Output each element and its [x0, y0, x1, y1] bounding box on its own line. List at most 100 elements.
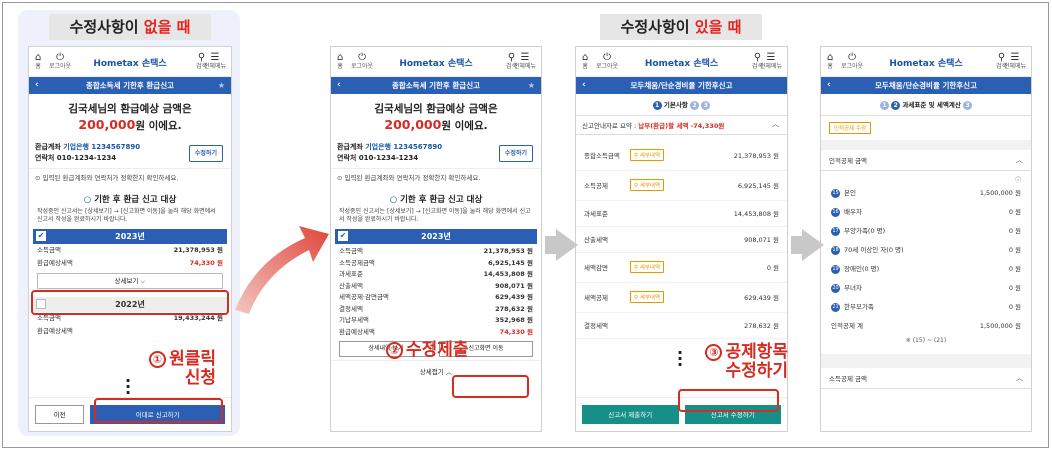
menu-nav[interactable]: ☰ 전체메뉴: [1004, 52, 1026, 70]
table-row: 소득공제 ⚲ 세부내역 6,925,145 원: [576, 171, 787, 201]
summary-table: 종합소득금액 ⚲ 세부내역 21,378,953 원 소득공제 ⚲ 세부내역 6,925…: [576, 135, 787, 339]
target-title: ○ 기한 후 환급 신고 대상: [83, 195, 177, 205]
deduction-list: 15 본인 1,500,000 원 16 배우자 0 원 17 부양가족(0 명) 0 원 …: [821, 184, 1031, 346]
table-row: 환급예상세액 74,330 원: [339, 327, 533, 336]
section-gap: [821, 353, 1031, 368]
menu-icon: ☰: [766, 52, 776, 63]
table-row: 환급예상세액: [37, 326, 73, 335]
target-desc: 작성중인 신고서는 [상세보기] → [신고화면 이동]을 눌러 해당 화면에서…: [339, 208, 531, 223]
list-item: 18 70세 이상인 자(0 명) 0 원: [831, 245, 1021, 255]
back-icon[interactable]: ‹: [827, 77, 831, 94]
account-info: 환급계좌 기업은행 1234567890 연락처 010-1234-1234 수…: [331, 138, 541, 168]
refund-summary: 김국세님의 환급예상 금액은 200,000원 이에요.: [374, 103, 498, 132]
curved-arrow-icon: [235, 226, 329, 314]
chevron-up-icon: ︿: [445, 368, 453, 376]
top-bar: ⌂ 홈 ⏻ 로그아웃 Hometax 손택스 ⚲ 검색 ☰ 전체메뉴: [576, 47, 787, 77]
list-item: 19 장애인(0 명) 0 원: [831, 264, 1021, 274]
checkbox-checked-icon[interactable]: ✔: [338, 231, 348, 241]
list-item-total: 인적공제 계 1,500,000 원: [831, 321, 1021, 330]
more-dots-icon: · · ·: [676, 343, 684, 374]
target-title: ○ 기한 후 환급 신고 대상: [389, 195, 483, 205]
edit-account-button[interactable]: 수정하기: [498, 145, 533, 162]
top-bar: ⌂ 홈 ⏻ 로그아웃 Hometax 손택스 ⚲ 검색 ☰ 전체메뉴: [331, 47, 541, 77]
step-3-icon: 3: [963, 100, 973, 110]
highlight-detail-button: [31, 290, 229, 315]
chevron-up-icon: ︿: [1016, 155, 1023, 164]
top-bar: ⌂ 홈 ⏻ 로그아웃 Hometax 손택스 ⚲ 검색 ☰ 전체메뉴: [29, 47, 231, 77]
detail-view-button[interactable]: 상세보기 ⌵: [37, 273, 223, 289]
submit-report-button[interactable]: 신고서 제출하기: [582, 405, 679, 424]
more-dots-icon: · · ·: [124, 371, 132, 402]
section-personal-deduction[interactable]: 인적공제 금액 ︿: [821, 149, 1031, 171]
back-icon[interactable]: ‹: [337, 77, 341, 94]
menu-nav[interactable]: ☰ 전체메뉴: [760, 52, 782, 70]
star-icon[interactable]: ★: [218, 77, 225, 94]
nav-title-bar: ‹ 종합소득세 기한후 환급신고 ★: [29, 77, 231, 94]
table-row: 세액공제·감면금액 629,439 원: [339, 293, 533, 301]
personal-deduction-edit-chip[interactable]: 인적공제 수정: [829, 121, 872, 134]
table-row: 소득금액 21,378,953 원: [37, 246, 223, 254]
right-arrow-icon: [802, 229, 824, 261]
account-notice: ⊙ 입력된 환급계좌와 연락처가 정확한지 확인하세요.: [331, 168, 541, 185]
back-icon[interactable]: ‹: [582, 77, 586, 94]
summary-header[interactable]: 신고안내자료 요약 : 납부(환급)할 세액 -74,330원 ︿: [576, 114, 787, 135]
table-row: 결정세액 278,632 원: [339, 304, 533, 313]
annotation-edit-deduction: ③ 공제항목 수정하기: [690, 343, 788, 381]
target-desc: 작성중인 신고서는 [상세보기] → [신고화면 이동]을 눌러 해당 화면에서…: [37, 208, 216, 223]
detail-chip-button[interactable]: ⚲ 세부내역: [630, 149, 665, 161]
table-row: 과세표준 14,453,808 원: [339, 270, 533, 278]
step-indicator: 1 기본사항 2 3: [576, 94, 787, 115]
detail-chip-button[interactable]: ⚲ 세부내역: [630, 179, 665, 191]
step-1-icon: 1: [879, 100, 889, 110]
account-notice: ⊙ 입력된 환급계좌와 연락처가 정확한지 확인하세요.: [29, 168, 231, 185]
refund-summary: 김국세님의 환급예상 금액은 200,000원 이에요.: [68, 103, 192, 132]
table-row: 소득공제금액 6,925,145 원: [339, 258, 533, 267]
list-item: 16 배우자 0 원: [831, 207, 1021, 217]
section-gap: [821, 139, 1031, 150]
help-icon[interactable]: ⓘ: [821, 171, 1031, 184]
menu-icon: ☰: [520, 52, 530, 63]
formula-note: ※ (15) ~ (21): [905, 336, 947, 344]
checkbox-checked-icon[interactable]: ✔: [36, 231, 46, 241]
highlight-submit-button: [94, 398, 223, 423]
edit-account-button[interactable]: 수정하기: [188, 145, 223, 162]
menu-icon: ☰: [210, 52, 220, 63]
chevron-up-icon: ︿: [772, 119, 779, 128]
highlight-move-button: [452, 375, 529, 398]
back-icon[interactable]: ‹: [35, 77, 39, 94]
nav-title-bar: ‹ 종합소득세 기한후 환급신고 ★: [331, 77, 541, 94]
chevron-up-icon: ︿: [1016, 373, 1023, 382]
prev-button[interactable]: 이전: [35, 405, 85, 424]
table-row: 세액감면 ⚲ 세부내역 0 원: [576, 253, 787, 283]
list-item: 20 부녀자 0 원: [831, 283, 1021, 293]
detail-chip-button[interactable]: ⚲ 세부내역: [630, 291, 665, 303]
section-income-deduction[interactable]: 소득공제 금액 ︿: [821, 367, 1031, 389]
list-item: 17 부양가족(0 명) 0 원: [831, 226, 1021, 236]
menu-nav[interactable]: ☰ 전체메뉴: [204, 52, 226, 70]
nav-title-bar: ‹ 모두채움/단순경비율 기한후신고: [821, 77, 1031, 94]
list-item: 21 한부모가족 0 원: [831, 302, 1021, 312]
chevron-down-icon: ⌵: [140, 277, 146, 285]
year-2023-bar[interactable]: ✔ 2023년: [335, 229, 537, 244]
right-arrow-icon: [556, 229, 578, 261]
heading-no-changes: 수정사항이 없을 때: [49, 14, 211, 40]
table-row: 세액공제 ⚲ 세부내역 629,439 원: [576, 283, 787, 313]
detail-chip-button[interactable]: ⚲ 세부내역: [630, 261, 665, 273]
table-row: 환급예상세액 74,330 원: [37, 258, 223, 267]
table-row: 소득금액 21,378,953 원: [339, 247, 533, 255]
menu-icon: ☰: [1010, 52, 1020, 63]
top-bar: ⌂ 홈 ⏻ 로그아웃 Hometax 손택스 ⚲ 검색 ☰ 전체메뉴: [821, 47, 1031, 77]
step-indicator: 1 2 과세표준 및 세액계산 3: [821, 94, 1031, 115]
table-row: 과세표준 14,453,808 원: [576, 201, 787, 227]
year-2023-bar[interactable]: ✔ 2023년: [33, 229, 227, 244]
annotation-one-click: ① 원클릭 신청: [144, 350, 216, 388]
nav-title-bar: ‹ 모두채움/단순경비율 기한후신고: [576, 77, 787, 94]
table-row: 종합소득금액 ⚲ 세부내역 21,378,953 원: [576, 141, 787, 171]
account-info: 환급계좌 기업은행 1234567890 연락처 010-1234-1234 수…: [29, 138, 231, 168]
star-icon[interactable]: ★: [528, 77, 535, 94]
step-1-icon: 1: [652, 100, 662, 110]
menu-nav[interactable]: ☰ 전체메뉴: [514, 52, 536, 70]
table-row: 산출세액 908,071 원: [339, 281, 533, 290]
list-item: 15 본인 1,500,000 원: [831, 188, 1021, 198]
table-row: 산출세액 908,071 원: [576, 227, 787, 253]
